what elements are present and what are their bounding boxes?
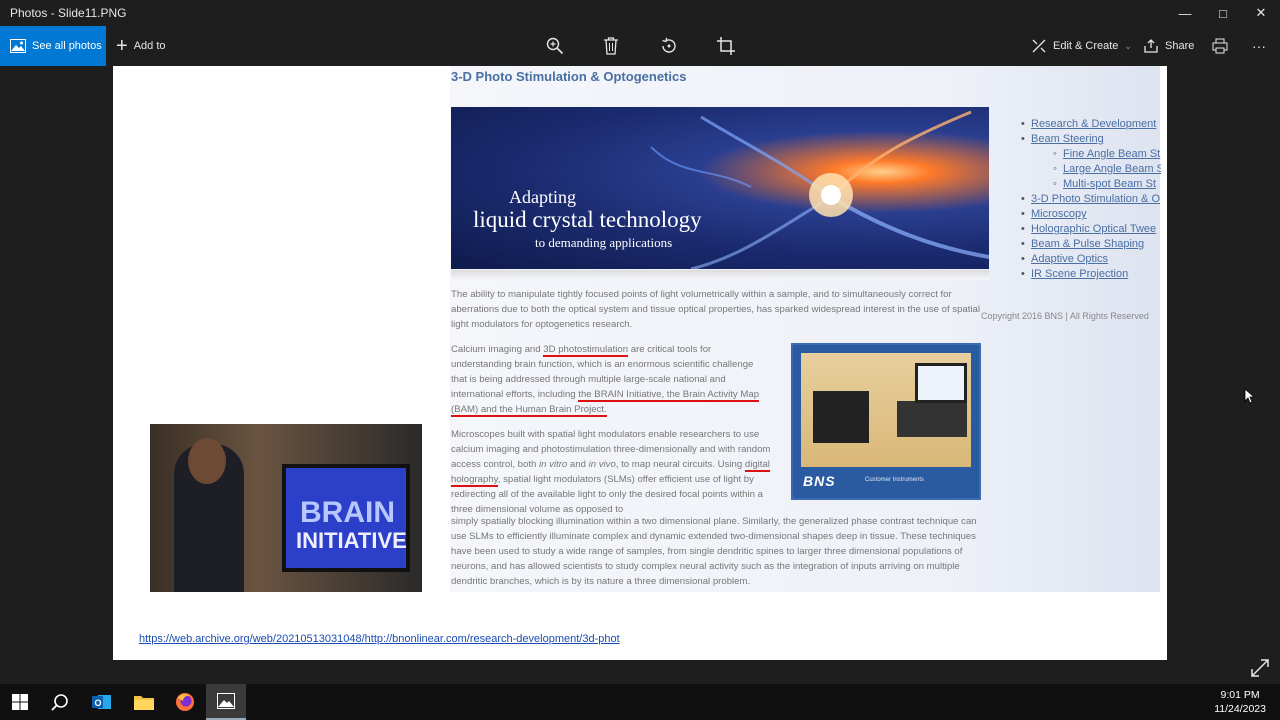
zoom-in-icon[interactable] — [543, 34, 567, 58]
banner-shadow — [451, 270, 989, 280]
edit-icon — [1032, 39, 1046, 53]
system-clock[interactable]: 9:01 PM 11/24/2023 — [1214, 688, 1266, 716]
banner-line-3: to demanding applications — [535, 235, 673, 250]
nav-item-microscopy[interactable]: Microscopy — [1019, 207, 1161, 222]
banner-image: Adapting liquid crystal technology to de… — [451, 107, 989, 269]
svg-text:O: O — [95, 698, 102, 708]
speaker-head — [188, 438, 226, 484]
banner-line-2: liquid crystal technology — [473, 207, 702, 232]
nav-item-research[interactable]: Research & Development — [1019, 117, 1161, 132]
outlook-icon[interactable]: O — [82, 684, 122, 720]
mouse-cursor-icon — [1244, 388, 1254, 404]
plus-icon: + — [116, 35, 128, 57]
device-photo-background — [801, 353, 971, 467]
close-button[interactable]: ✕ — [1242, 0, 1280, 26]
image-canvas: 3-D Photo Stimulation & Optogenetics Ada… — [113, 66, 1167, 660]
rotate-icon[interactable] — [657, 34, 681, 58]
text-run: Calcium imaging and — [451, 344, 544, 355]
text-run: , spatial light modulators (SLMs) offer … — [451, 474, 763, 515]
more-options-button[interactable]: ··· — [1252, 26, 1266, 66]
intro-paragraph: The ability to manipulate tightly focuse… — [451, 289, 981, 330]
laptop-screen — [915, 363, 967, 403]
edit-create-label: Edit & Create — [1053, 40, 1119, 52]
app-toolbar: See all photos + Add to Edit & Create ⌄ … — [0, 26, 1280, 66]
brain-initiative-photo: BRAIN INITIATIVE — [150, 424, 422, 592]
underlined-3d-photostimulation: 3D photostimulation — [543, 344, 629, 357]
site-nav-list: Research & Development Beam Steering Fin… — [1019, 117, 1161, 282]
bns-logo: BNS — [803, 473, 836, 489]
add-to-button[interactable]: + Add to — [116, 26, 166, 66]
clock-time: 9:01 PM — [1220, 689, 1260, 701]
nav-item-fine-angle[interactable]: Fine Angle Beam St — [1019, 147, 1161, 162]
chevron-down-icon: ⌄ — [1124, 40, 1132, 51]
nav-item-beam-steering[interactable]: Beam Steering — [1019, 132, 1161, 147]
file-explorer-icon[interactable] — [124, 684, 164, 720]
device-photo: BNS Customer Instruments — [791, 343, 981, 500]
text-run: , to map neural circuits. Using — [615, 459, 745, 470]
print-icon[interactable] — [1208, 34, 1232, 58]
italic-in-vitro: in vitro — [539, 459, 568, 470]
firefox-icon[interactable] — [165, 684, 205, 720]
brain-sign-line-2: INITIATIVE — [296, 528, 407, 553]
crop-icon[interactable] — [714, 34, 738, 58]
share-icon — [1144, 39, 1158, 53]
calcium-paragraph: Calcium imaging and 3D photostimulation … — [451, 342, 771, 417]
minimize-button[interactable]: — — [1166, 0, 1204, 26]
device-box — [813, 391, 869, 443]
nav-item-3d-photo[interactable]: 3-D Photo Stimulation & O — [1019, 192, 1161, 207]
laptop-base — [897, 401, 967, 437]
share-label: Share — [1165, 40, 1195, 52]
taskbar: O 9:01 PM 11/24/2023 — [0, 684, 1280, 720]
window-title: Photos - Slide11.PNG — [10, 6, 127, 20]
banner-line-1: Adapting — [509, 187, 576, 207]
nav-item-ir-scene[interactable]: IR Scene Projection — [1019, 267, 1161, 282]
photos-app-icon[interactable] — [206, 684, 246, 720]
nav-item-multi-spot[interactable]: Multi-spot Beam St — [1019, 177, 1161, 192]
clock-date: 11/24/2023 — [1214, 703, 1266, 715]
see-all-photos-button[interactable]: See all photos — [0, 26, 106, 66]
delete-icon[interactable] — [599, 34, 623, 58]
see-all-photos-label: See all photos — [32, 40, 102, 52]
techniques-paragraph: simply spatially blocking illumination w… — [451, 516, 977, 587]
add-to-label: Add to — [133, 40, 166, 52]
nav-item-adaptive-optics[interactable]: Adaptive Optics — [1019, 252, 1161, 267]
nav-item-large-angle[interactable]: Large Angle Beam S — [1019, 162, 1161, 177]
microscope-paragraph: Microscopes built with spatial light mod… — [451, 427, 771, 517]
brain-sign-line-1: BRAIN — [300, 496, 395, 529]
maximize-button[interactable]: □ — [1204, 0, 1242, 26]
photo-icon — [10, 39, 26, 53]
bns-subtitle: Customer Instruments — [865, 477, 925, 483]
page-title: 3-D Photo Stimulation & Optogenetics — [451, 69, 687, 84]
nav-item-holographic[interactable]: Holographic Optical Twee — [1019, 222, 1161, 237]
text-run: and — [567, 459, 589, 470]
expand-icon[interactable] — [1250, 658, 1270, 678]
source-url-link[interactable]: https://web.archive.org/web/202105130310… — [139, 633, 620, 645]
nav-item-beam-pulse[interactable]: Beam & Pulse Shaping — [1019, 237, 1161, 252]
share-button[interactable]: Share — [1144, 26, 1194, 66]
edit-create-button[interactable]: Edit & Create ⌄ — [1032, 26, 1132, 66]
copyright-text: Copyright 2016 BNS | All Rights Reserved — [981, 311, 1149, 321]
windows-start-icon[interactable] — [0, 684, 40, 720]
title-bar: Photos - Slide11.PNG — □ ✕ — [0, 0, 1280, 26]
italic-in-vivo: in vivo — [588, 459, 616, 470]
search-icon[interactable] — [40, 684, 80, 720]
